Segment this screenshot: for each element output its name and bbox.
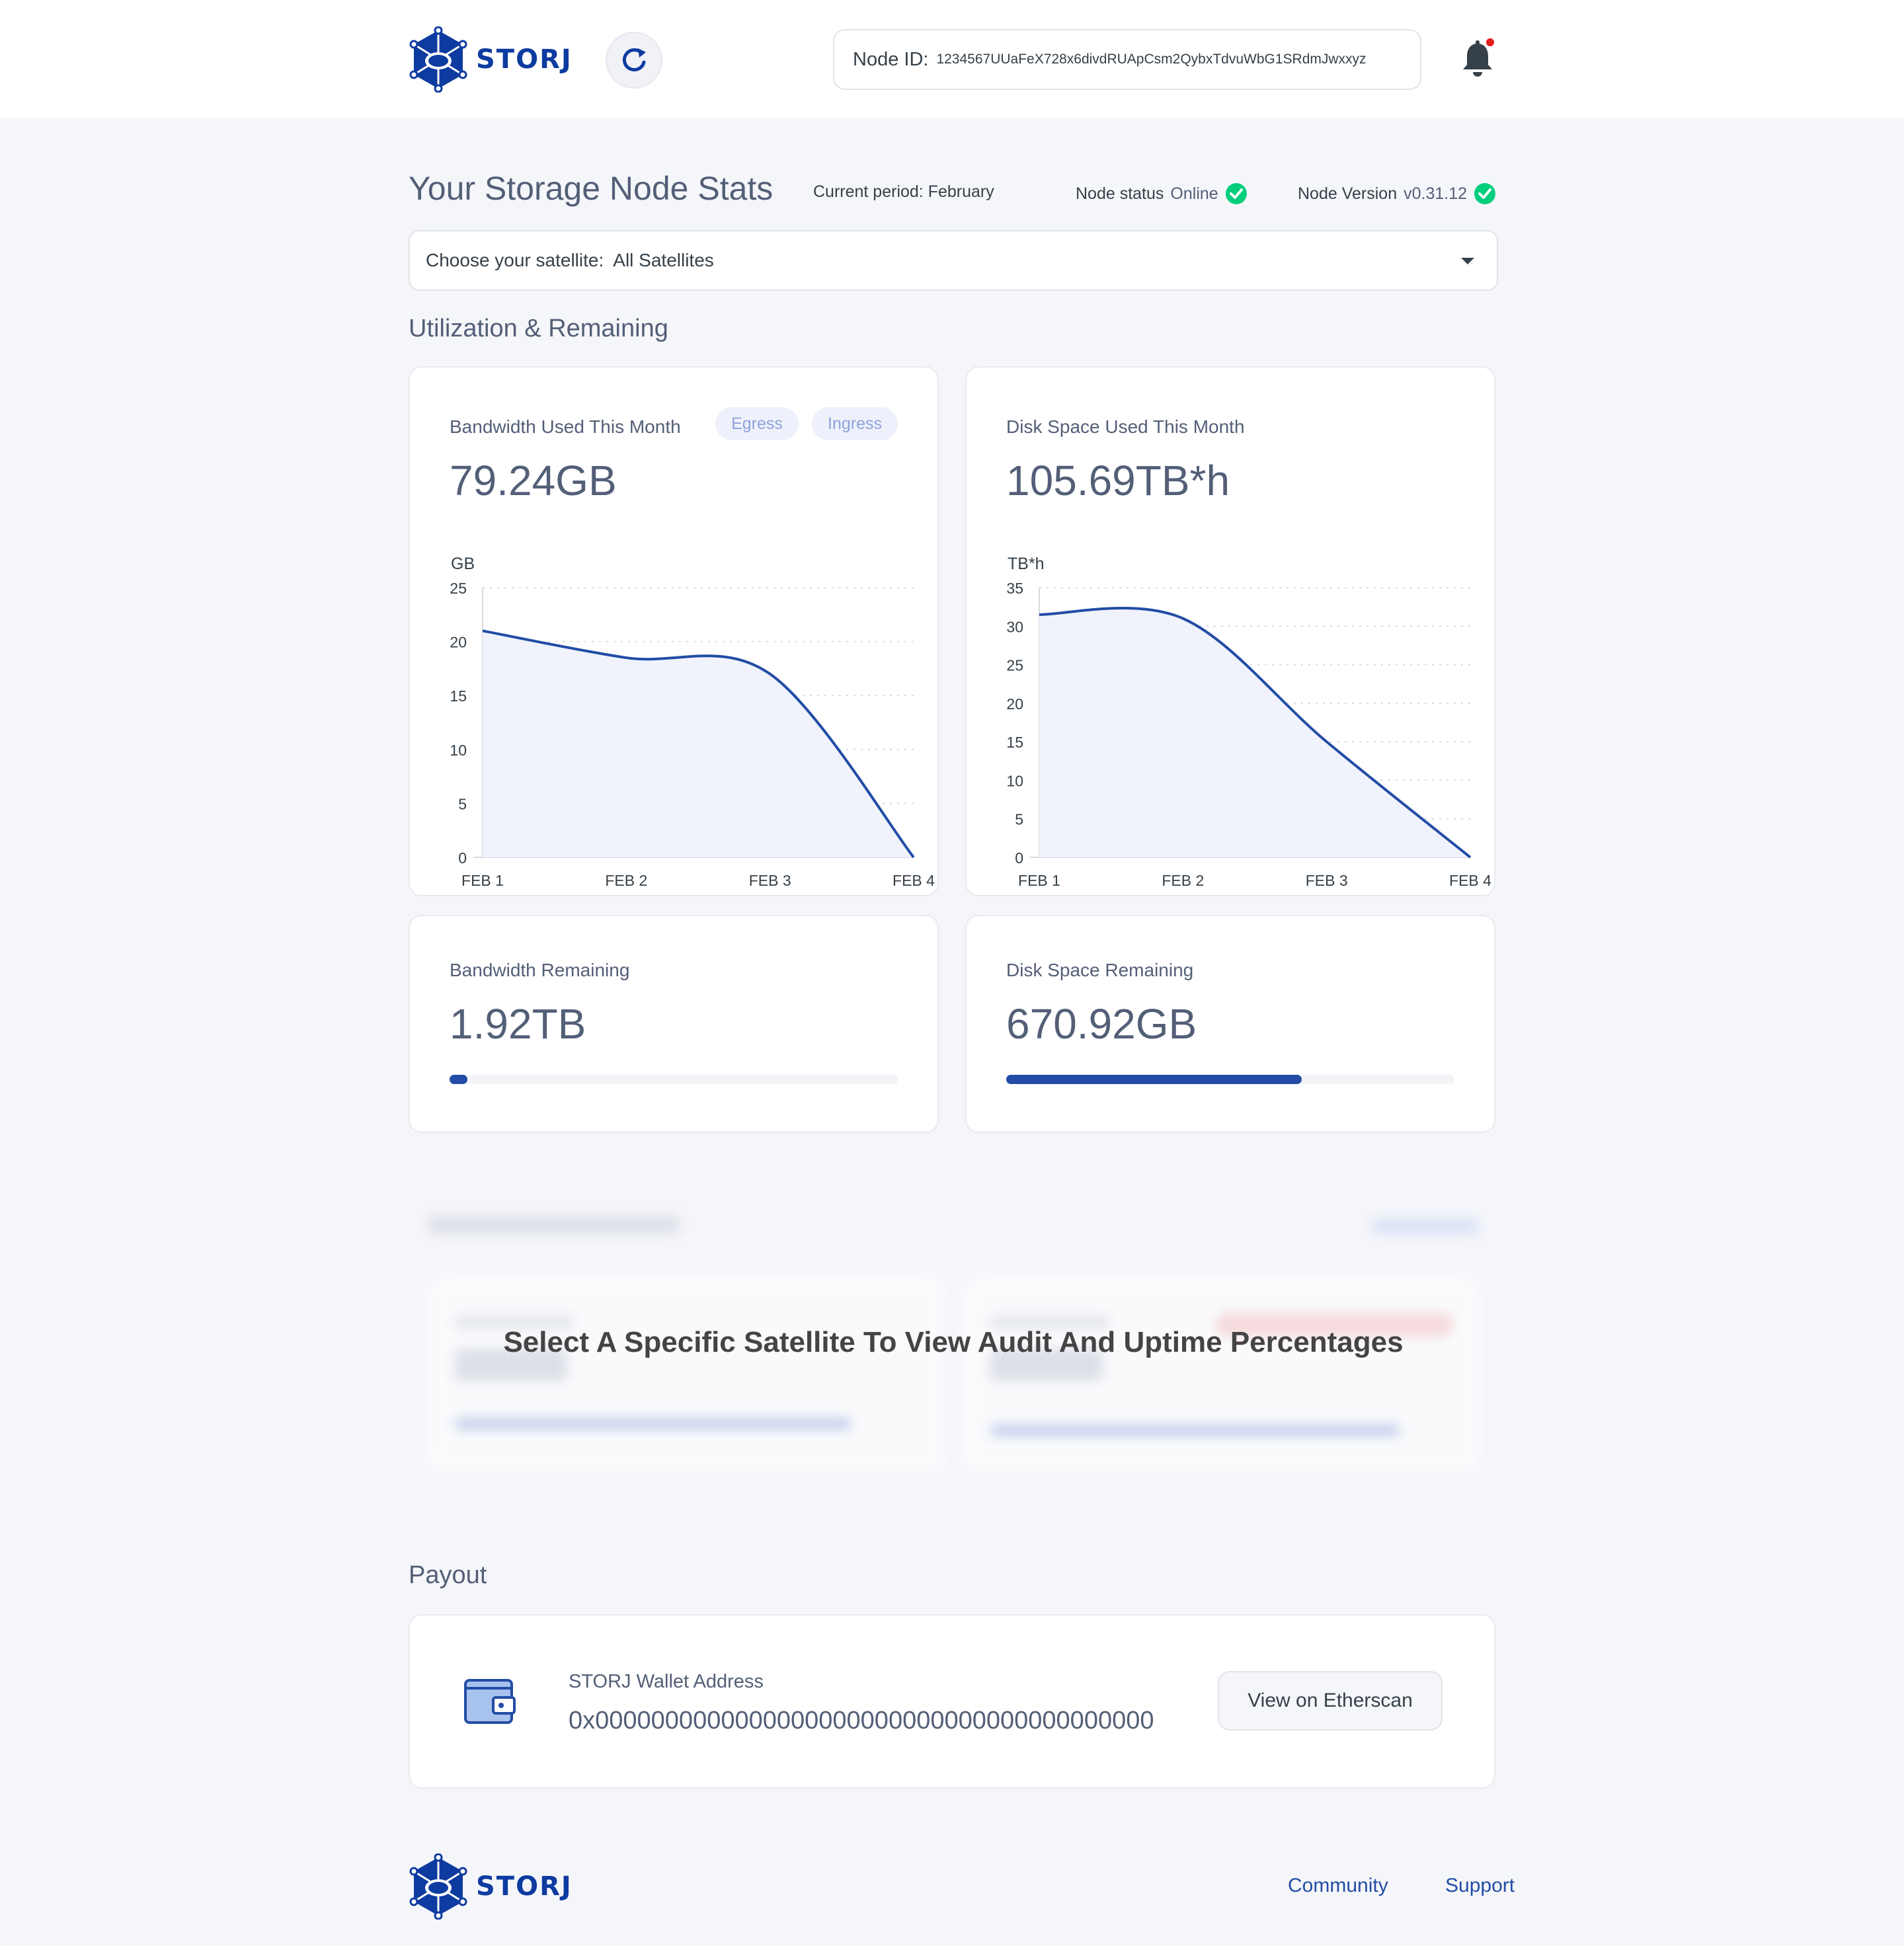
- y-tick-label: 25: [450, 580, 467, 597]
- node-id-value: 1234567UUaFeX728x6divdRUApCsm2QybxTdvuWb…: [936, 52, 1367, 67]
- x-tick-label: FEB 3: [749, 872, 791, 889]
- audit-select-message: Select A Specific Satellite To View Audi…: [503, 1326, 1404, 1358]
- x-tick-label: FEB 2: [605, 872, 647, 889]
- y-axis-label: GB: [451, 555, 475, 573]
- node-id-box[interactable]: Node ID: 1234567UUaFeX728x6divdRUApCsm2Q…: [833, 29, 1421, 90]
- logo-text: STORJ: [476, 44, 573, 75]
- footer-logo-text: STORJ: [476, 1871, 573, 1902]
- node-status-value: Online: [1170, 184, 1218, 203]
- x-tick-label: FEB 1: [461, 872, 504, 889]
- x-tick-label: FEB 1: [1018, 872, 1060, 889]
- bandwidth-remaining-label: Bandwidth Remaining: [450, 960, 630, 980]
- y-tick-label: 5: [458, 795, 467, 812]
- node-version-label: Node Version: [1298, 184, 1398, 203]
- disk-remaining-card: Disk Space Remaining 670.92GB: [965, 915, 1495, 1133]
- y-tick-label: 0: [458, 849, 467, 867]
- disk-remaining-label: Disk Space Remaining: [1006, 960, 1194, 980]
- y-tick-label: 15: [1006, 734, 1023, 751]
- y-tick-label: 10: [1006, 772, 1023, 789]
- y-tick-label: 20: [1006, 695, 1023, 713]
- view-on-etherscan-button[interactable]: View on Etherscan: [1218, 1671, 1443, 1731]
- notification-button[interactable]: [1460, 38, 1495, 79]
- bandwidth-used-card: Bandwidth Used This Month Egress Ingress…: [409, 366, 939, 896]
- storj-logo-icon: [409, 1853, 467, 1920]
- y-tick-label: 0: [1015, 849, 1023, 867]
- bandwidth-remaining-bar: [450, 1075, 898, 1084]
- current-period-text: Current period: February: [813, 182, 994, 201]
- bandwidth-remaining-value: 1.92TB: [450, 1000, 586, 1048]
- x-tick-label: FEB 4: [1449, 872, 1491, 889]
- support-link[interactable]: Support: [1445, 1875, 1515, 1897]
- satellite-selected: All Satellites: [613, 250, 714, 270]
- y-tick-label: 35: [1006, 580, 1023, 597]
- satellite-selector[interactable]: Choose your satellite: All Satellites: [409, 230, 1498, 291]
- disk-used-card: Disk Space Used This Month 105.69TB*h TB…: [965, 366, 1495, 896]
- node-status: Node status Online: [1076, 182, 1248, 205]
- y-tick-label: 10: [450, 742, 467, 759]
- disk-remaining-bar: [1006, 1075, 1454, 1084]
- footer: [0, 1830, 1904, 1946]
- chevron-down-icon: [1461, 258, 1474, 264]
- node-version: Node Version v0.31.12: [1298, 182, 1496, 205]
- footer-logo[interactable]: STORJ: [409, 1853, 573, 1920]
- payout-title: Payout: [409, 1561, 487, 1589]
- node-status-label: Node status: [1076, 184, 1164, 203]
- utilization-title: Utilization & Remaining: [409, 315, 668, 342]
- page-title: Your Storage Node Stats: [409, 170, 774, 207]
- node-id-label: Node ID:: [853, 48, 929, 70]
- satellite-label: Choose your satellite:: [426, 250, 604, 270]
- y-tick-label: 20: [450, 634, 467, 651]
- series-area: [483, 631, 914, 857]
- wallet-label: STORJ Wallet Address: [569, 1671, 764, 1692]
- x-tick-label: FEB 3: [1306, 872, 1348, 889]
- bandwidth-remaining-bar-fill: [450, 1075, 468, 1084]
- bandwidth-remaining-card: Bandwidth Remaining 1.92TB: [409, 915, 939, 1133]
- disk-remaining-bar-fill: [1006, 1075, 1302, 1084]
- version-check-icon: [1474, 183, 1496, 204]
- current-period: Current period: February: [813, 182, 994, 202]
- node-version-value: v0.31.12: [1404, 184, 1468, 203]
- online-check-icon: [1225, 183, 1247, 204]
- bandwidth-chart: GB 0 5 10 15 20 25 FEB 1 FEB 2 FEB 3 FEB 4: [450, 555, 935, 889]
- series-area: [1039, 607, 1470, 857]
- x-tick-label: FEB 4: [892, 872, 935, 889]
- storj-logo-icon: [409, 26, 467, 93]
- y-tick-label: 30: [1006, 618, 1023, 635]
- disk-space-chart: TB*h 0 5 10 15 20 25 30 35 FEB 1 FEB 2 FEB 3 FEB 4: [1006, 555, 1491, 889]
- header: STORJ Node ID: 1234567UUaFeX728x6divdRUA…: [0, 0, 1904, 118]
- x-tick-label: FEB 2: [1162, 872, 1204, 889]
- notification-dot: [1486, 38, 1494, 46]
- community-link[interactable]: Community: [1288, 1875, 1388, 1897]
- y-axis-label: TB*h: [1008, 555, 1045, 573]
- wallet-address: 0x00000000000000000000000000000000000000…: [569, 1707, 1154, 1734]
- refresh-button[interactable]: [606, 32, 662, 89]
- y-tick-label: 25: [1006, 657, 1023, 674]
- wallet-icon: [464, 1679, 516, 1724]
- disk-remaining-value: 670.92GB: [1006, 1000, 1197, 1048]
- y-tick-label: 5: [1015, 811, 1023, 828]
- storj-logo[interactable]: STORJ: [409, 26, 573, 93]
- refresh-icon: [622, 48, 646, 71]
- payout-card: STORJ Wallet Address 0x00000000000000000…: [409, 1614, 1495, 1789]
- y-tick-label: 15: [450, 687, 467, 705]
